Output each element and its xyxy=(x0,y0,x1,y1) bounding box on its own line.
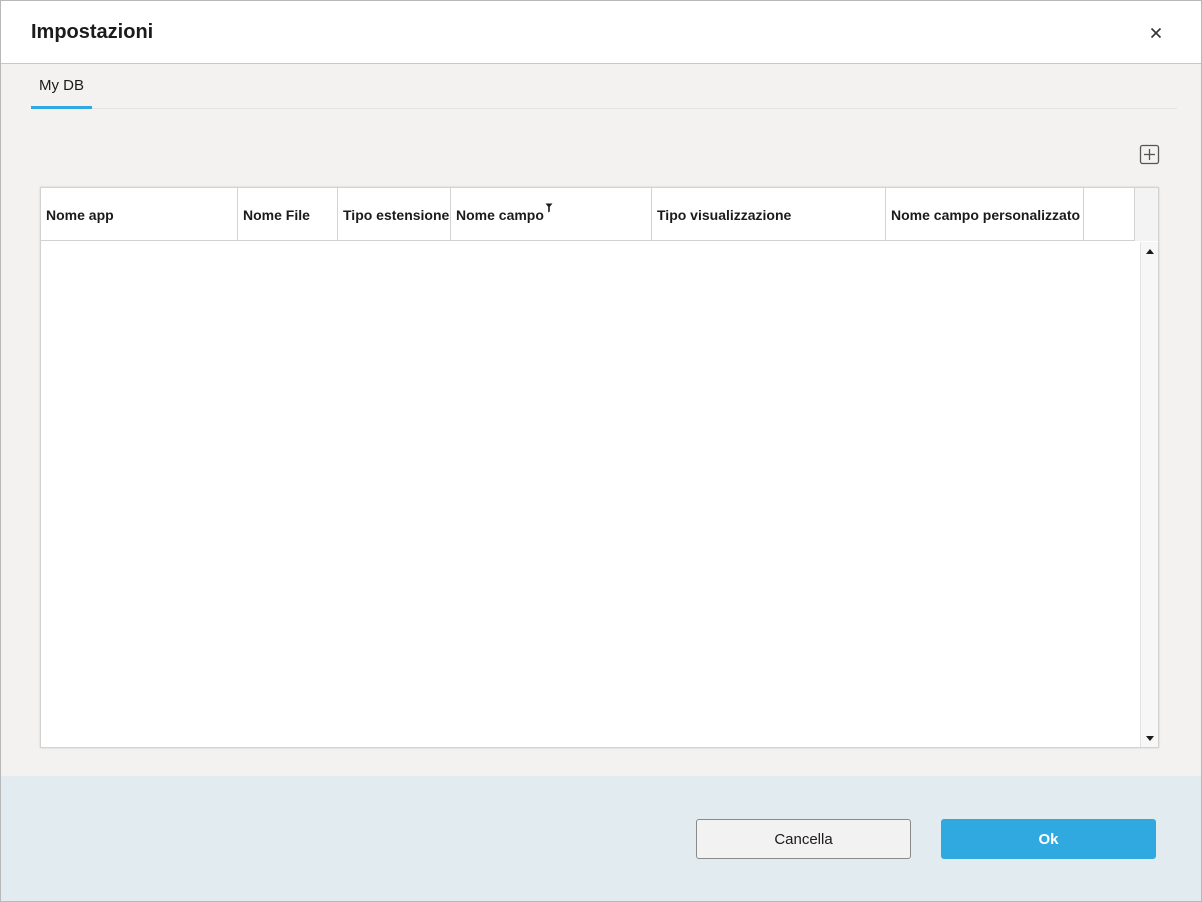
column-header-nome-campo-personalizzato[interactable]: Nome campo personalizzato xyxy=(886,188,1084,241)
ok-button[interactable]: Ok xyxy=(941,819,1156,859)
column-header-label: Nome app xyxy=(46,206,114,223)
column-header-nome-app[interactable]: Nome app xyxy=(41,188,238,241)
close-icon[interactable] xyxy=(1150,27,1162,39)
caret-up-icon[interactable] xyxy=(1146,248,1154,254)
tab-my-db[interactable]: My DB xyxy=(31,65,92,109)
dialog-titlebar: Impostazioni xyxy=(1,1,1201,64)
column-header-tipo-visualizzazione[interactable]: Tipo visualizzazione xyxy=(652,188,886,241)
data-grid: Nome app Nome File Tipo estensione Nome … xyxy=(40,187,1159,748)
column-header-nome-campo[interactable]: Nome campo xyxy=(451,188,652,241)
column-header-label: Nome campo personalizzato xyxy=(891,206,1081,223)
scroll-up-button[interactable] xyxy=(1141,244,1159,258)
caret-down-icon[interactable] xyxy=(1146,735,1154,741)
column-header-empty xyxy=(1084,188,1134,241)
column-header-tipo-estensione[interactable]: Tipo estensione xyxy=(338,188,451,241)
cancel-button[interactable]: Cancella xyxy=(696,819,911,859)
grid-header: Nome app Nome File Tipo estensione Nome … xyxy=(41,188,1158,241)
dialog-title: Impostazioni xyxy=(31,21,154,43)
close-button[interactable] xyxy=(1142,19,1170,47)
column-header-label: Tipo visualizzazione xyxy=(657,206,792,223)
filter-icon[interactable] xyxy=(545,203,553,213)
column-header-label: Nome File xyxy=(243,206,310,223)
vertical-scrollbar[interactable] xyxy=(1140,242,1158,747)
add-icon[interactable] xyxy=(1139,144,1160,165)
grid-body[interactable] xyxy=(41,242,1140,747)
scroll-down-button[interactable] xyxy=(1141,731,1159,745)
add-row-button[interactable] xyxy=(1139,144,1160,165)
column-header-label: Nome campo xyxy=(456,206,544,223)
header-scrollbar-cap xyxy=(1134,188,1158,241)
settings-dialog: Impostazioni My DB Nome app Nome File Ti… xyxy=(0,0,1202,902)
dialog-footer: Cancella Ok xyxy=(1,776,1201,901)
tab-bar: My DB xyxy=(31,65,1177,109)
column-header-nome-file[interactable]: Nome File xyxy=(238,188,338,241)
column-header-label: Tipo estensione xyxy=(343,206,450,223)
